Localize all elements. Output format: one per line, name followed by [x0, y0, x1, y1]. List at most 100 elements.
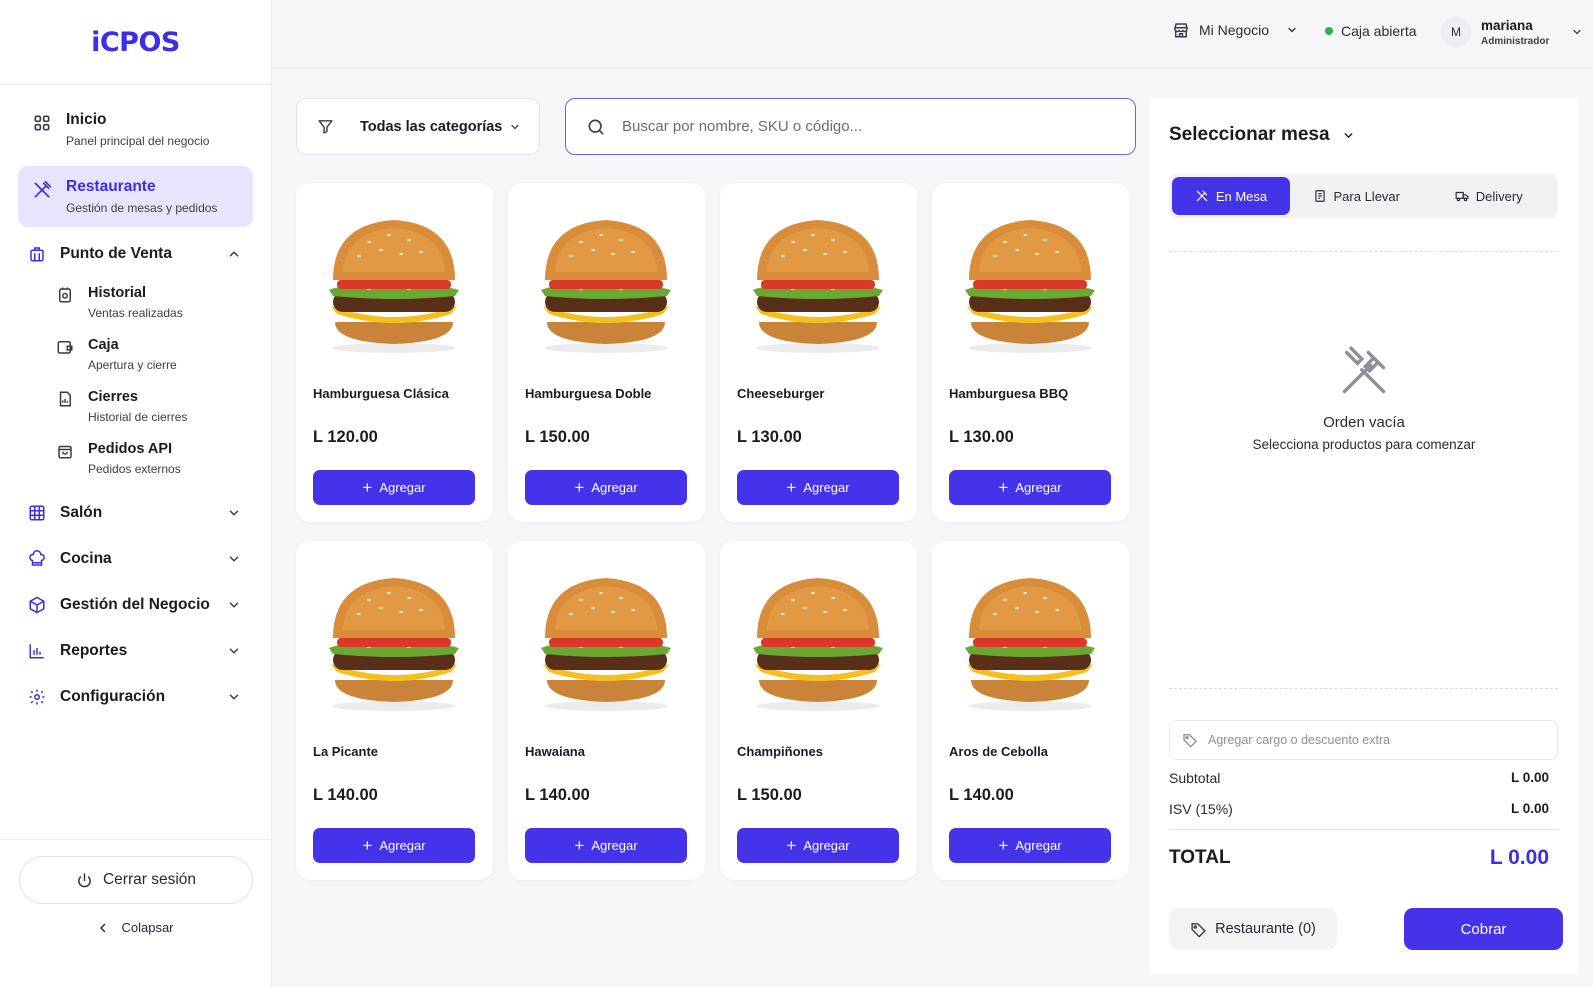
product-image [525, 561, 687, 719]
sidebar-item-historial[interactable]: Historial Ventas realizadas [18, 277, 253, 329]
search-input[interactable] [622, 118, 1115, 135]
product-price: L 140.00 [525, 786, 590, 804]
chevron-down-icon [511, 124, 519, 129]
store-icon [30, 247, 44, 262]
extra-charge-input[interactable] [1208, 733, 1545, 747]
tag-icon [1191, 922, 1207, 938]
tab-label: Para Llevar [1333, 188, 1400, 204]
product-card[interactable]: Champiñones L 150.00 + Agregar [720, 541, 917, 880]
extra-charge-field[interactable] [1169, 720, 1558, 760]
product-card[interactable]: Hawaiana L 140.00 + Agregar [508, 541, 705, 880]
chevron-left-icon [100, 923, 106, 932]
sidebar-item-caja[interactable]: Caja Apertura y cierre [18, 329, 253, 381]
table-select[interactable]: Seleccionar mesa [1169, 124, 1355, 146]
report-file-icon [59, 391, 71, 407]
sidebar-item-subtitle: Pedidos externos [88, 462, 181, 476]
subtotal-label: Subtotal [1169, 770, 1221, 786]
product-image [525, 203, 687, 361]
sidebar-group-reportes[interactable]: Reportes [18, 629, 253, 673]
add-button-label: Agregar [591, 838, 638, 853]
tax-row: ISV (15%) L 0.00 [1169, 801, 1549, 817]
register-status: Caja abierta [1325, 23, 1417, 39]
add-to-order-button[interactable]: + Agregar [737, 828, 899, 863]
product-image [949, 561, 1111, 719]
box-icon [29, 596, 45, 614]
charge-button[interactable]: Cobrar [1404, 908, 1563, 950]
plus-icon: + [574, 836, 585, 855]
chevron-down-icon [229, 556, 239, 562]
chevron-up-icon [229, 251, 239, 257]
add-to-order-button[interactable]: + Agregar [737, 470, 899, 505]
sidebar-group-title: Punto de Venta [60, 245, 172, 262]
receipt-icon [1314, 190, 1325, 202]
tab-en-mesa[interactable]: En Mesa [1172, 177, 1290, 215]
add-to-order-button[interactable]: + Agregar [525, 828, 687, 863]
logo[interactable]: iCPOS [0, 0, 271, 85]
register-status-label: Caja abierta [1341, 23, 1417, 39]
product-card[interactable]: Cheeseburger L 130.00 + Agregar [720, 183, 917, 522]
business-name: Mi Negocio [1199, 22, 1270, 38]
empty-order-title: Orden vacía [1323, 414, 1405, 431]
tab-label: En Mesa [1215, 188, 1268, 204]
add-button-label: Agregar [591, 480, 638, 495]
sidebar-group-cocina[interactable]: Cocina [18, 537, 253, 581]
total-row: TOTAL L 0.00 [1169, 846, 1549, 870]
add-to-order-button[interactable]: + Agregar [949, 828, 1111, 863]
sidebar-group-configuracion[interactable]: Configuración [18, 675, 253, 719]
total-value: L 0.00 [1489, 846, 1549, 869]
sidebar-group-title: Salón [60, 504, 103, 521]
tab-para-llevar[interactable]: Para Llevar [1290, 177, 1423, 215]
chevron-down-icon [1573, 29, 1581, 35]
subtotal-value: L 0.00 [1510, 770, 1549, 785]
category-select[interactable]: Todas las categorías [296, 98, 540, 155]
sidebar-group-salon[interactable]: Salón [18, 491, 253, 535]
add-button-label: Agregar [803, 480, 850, 495]
product-image [313, 561, 475, 719]
product-card[interactable]: Aros de Cebolla L 140.00 + Agregar [932, 541, 1129, 880]
add-to-order-button[interactable]: + Agregar [313, 470, 475, 505]
collapse-label: Colapsar [121, 920, 174, 935]
sidebar-item-subtitle: Ventas realizadas [88, 306, 183, 320]
tab-delivery[interactable]: Delivery [1423, 177, 1556, 215]
subtotal-row: Subtotal L 0.00 [1169, 770, 1549, 786]
sidebar-item-pedidos-api[interactable]: Pedidos API Pedidos externos [18, 433, 253, 485]
grid-icon [34, 115, 50, 131]
tag-icon [1183, 734, 1197, 748]
add-button-label: Agregar [1015, 838, 1062, 853]
sidebar-group-punto-de-venta[interactable]: Punto de Venta [18, 231, 253, 277]
sidebar-item-inicio[interactable]: Inicio Panel principal del negocio [18, 99, 253, 160]
chef-hat-icon [29, 550, 45, 566]
plus-icon: + [574, 478, 585, 497]
product-card[interactable]: Hamburguesa BBQ L 130.00 + Agregar [932, 183, 1129, 522]
restaurant-orders-button[interactable]: Restaurante (0) [1169, 908, 1337, 950]
user-menu[interactable]: M mariana Administrador [1441, 17, 1583, 47]
search-bar[interactable] [565, 98, 1136, 155]
product-card[interactable]: La Picante L 140.00 + Agregar [296, 541, 493, 880]
sidebar-item-title: Cierres [88, 389, 138, 405]
bar-chart-icon [29, 644, 44, 659]
sidebar-item-cierres[interactable]: Cierres Historial de cierres [18, 381, 253, 433]
sidebar-group-title: Reportes [60, 642, 128, 659]
order-type-tabs: En Mesa Para Llevar Delivery [1169, 174, 1558, 218]
status-dot [1325, 27, 1333, 35]
add-to-order-button[interactable]: + Agregar [313, 828, 475, 863]
tab-label: Delivery [1475, 188, 1523, 204]
sidebar-group-title: Gestión del Negocio [60, 596, 210, 613]
product-name: Hamburguesa BBQ [949, 386, 1069, 401]
add-to-order-button[interactable]: + Agregar [525, 470, 687, 505]
chevron-down-icon [1344, 132, 1352, 138]
sidebar-group-gestion-del-negocio[interactable]: Gestión del Negocio [18, 583, 253, 627]
sidebar-item-restaurante[interactable]: Restaurante Gestión de mesas y pedidos [18, 166, 253, 227]
product-image [313, 203, 475, 361]
chevron-down-icon [229, 694, 239, 700]
collapse-button[interactable]: Colapsar [0, 920, 271, 935]
product-card[interactable]: Hamburguesa Clásica L 120.00 + Agregar [296, 183, 493, 522]
add-button-label: Agregar [803, 838, 850, 853]
sidebar-item-subtitle: Panel principal del negocio [66, 134, 210, 148]
business-selector[interactable]: Mi Negocio [1172, 21, 1298, 39]
logout-button[interactable]: Cerrar sesión [19, 856, 253, 904]
product-card[interactable]: Hamburguesa Doble L 150.00 + Agregar [508, 183, 705, 522]
add-to-order-button[interactable]: + Agregar [949, 470, 1111, 505]
product-name: Champiñones [737, 744, 823, 759]
plus-icon: + [786, 836, 797, 855]
